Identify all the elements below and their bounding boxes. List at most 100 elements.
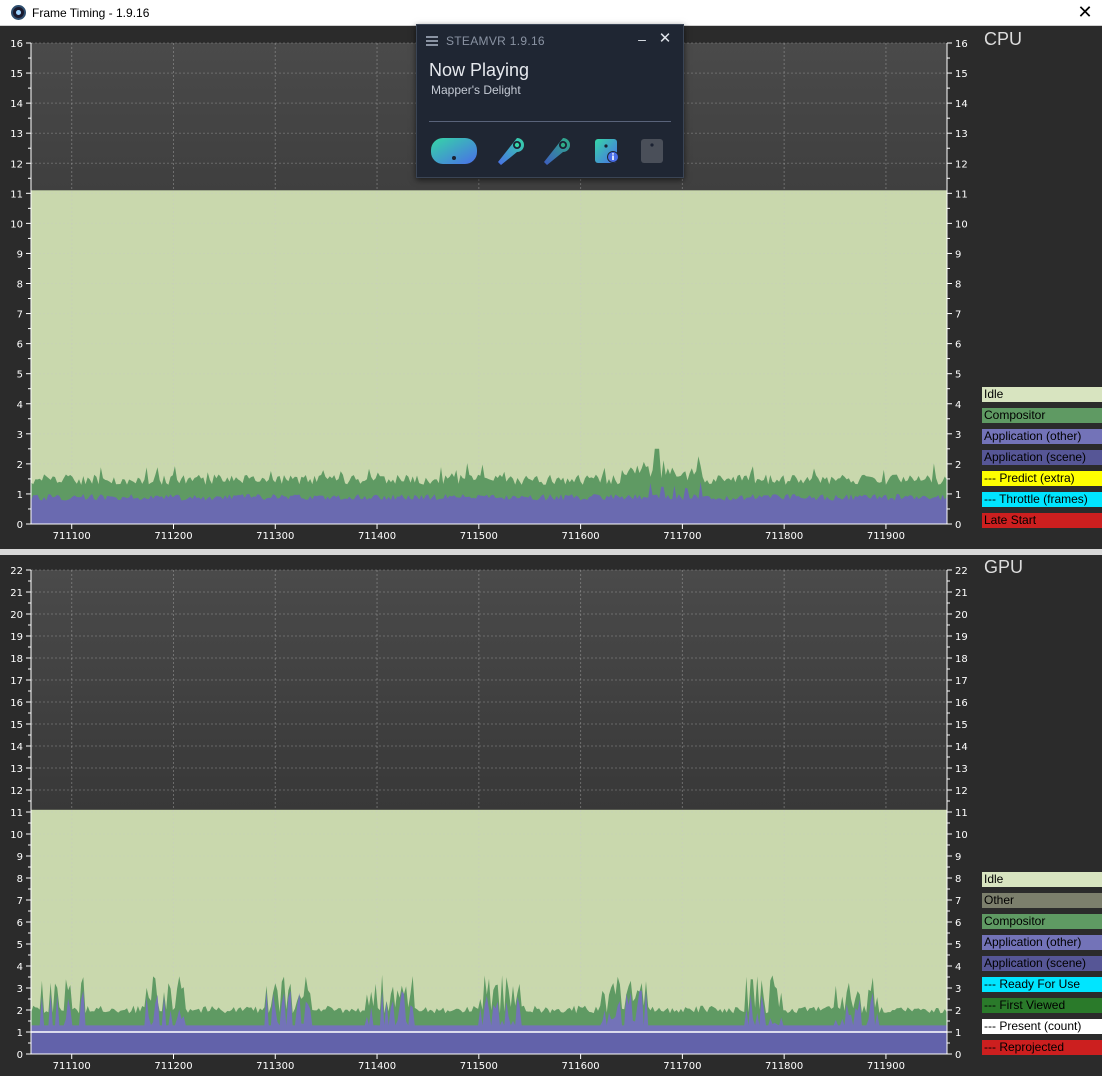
y-tick-label: 11	[10, 808, 23, 819]
y-tick-label: 4	[955, 962, 961, 973]
gpu-heading: GPU	[984, 557, 1024, 577]
game-title: Mapper's Delight	[431, 83, 521, 97]
x-tick-label: 711800	[765, 531, 803, 542]
gpu-panel: 0 0 1 1 2 2 3 3 4 4 5 5 6 6 7 7 8 8 9 9 10 10 11 11 12 12 13 13 14 14…	[0, 555, 1102, 1076]
x-tick-label: 711600	[562, 1061, 600, 1072]
y-tick-label: 10	[10, 830, 23, 841]
y-tick-label: 14	[955, 742, 968, 753]
y-tick-label: 12	[955, 786, 968, 797]
y-tick-label: 5	[17, 940, 23, 951]
y-tick-label: 11	[955, 189, 968, 200]
gpu-chart: 0 01 12 23 34 45 56 67 78 89 910 1011 1112 1213 1314 14…	[0, 555, 978, 1076]
legend-item-compositor[interactable]: Compositor	[982, 914, 1102, 929]
y-tick-label: 13	[10, 764, 23, 775]
y-tick-label: 16	[10, 39, 23, 50]
divider	[429, 121, 671, 122]
y-tick-label: 4	[955, 400, 961, 411]
y-tick-label: 20	[10, 610, 23, 621]
y-tick-label: 10	[10, 219, 23, 230]
y-tick-label: 2	[17, 1006, 23, 1017]
legend-item-present-count[interactable]: --- Present (count)	[982, 1019, 1102, 1034]
y-tick-label: 3	[17, 984, 23, 995]
x-tick-label: 711700	[663, 1061, 701, 1072]
y-tick-label: 13	[955, 764, 968, 775]
y-tick-label: 1	[955, 1028, 961, 1039]
window-close-button[interactable]: ✕	[1074, 0, 1096, 26]
y-tick-label: 6	[17, 918, 23, 929]
x-tick-label: 711500	[460, 531, 498, 542]
y-tick-label: 9	[17, 249, 23, 260]
y-tick-label: 15	[955, 69, 968, 80]
y-tick-label: 8	[955, 874, 961, 885]
controller-left-icon[interactable]	[495, 135, 527, 167]
y-tick-label: 22	[955, 566, 968, 577]
now-playing-label: Now Playing	[429, 60, 530, 80]
legend-item-predict-extra[interactable]: --- Predict (extra)	[982, 471, 1102, 486]
controller-right-icon[interactable]	[541, 135, 573, 167]
y-tick-label: 15	[955, 720, 968, 731]
x-tick-label: 711200	[154, 1061, 192, 1072]
y-tick-label: 0	[955, 520, 961, 531]
y-tick-label: 0	[955, 1050, 961, 1061]
headset-icon[interactable]	[430, 135, 478, 167]
y-tick-label: 18	[10, 654, 23, 665]
legend-item-application-scene[interactable]: Application (scene)	[982, 450, 1102, 465]
y-tick-label: 11	[10, 189, 23, 200]
x-tick-label: 711800	[765, 1061, 803, 1072]
y-tick-label: 4	[17, 962, 23, 973]
y-tick-label: 6	[955, 340, 961, 351]
y-tick-label: 17	[955, 676, 968, 687]
y-tick-label: 7	[955, 310, 961, 321]
y-tick-label: 12	[10, 159, 23, 170]
gpu-legend: Idle Other Compositor Application (other) Ap…	[982, 872, 1102, 1061]
steamvr-close-button[interactable]: ✕	[657, 31, 673, 47]
y-tick-label: 19	[955, 632, 968, 643]
y-tick-label: 14	[10, 742, 23, 753]
legend-item-reprojected[interactable]: --- Reprojected	[982, 1040, 1102, 1055]
x-tick-label: 711900	[867, 1061, 905, 1072]
y-tick-label: 13	[955, 129, 968, 140]
legend-item-application-other[interactable]: Application (other)	[982, 935, 1102, 950]
legend-item-first-viewed[interactable]: --- First Viewed	[982, 998, 1102, 1013]
y-tick-label: 5	[17, 370, 23, 381]
y-tick-label: 6	[955, 918, 961, 929]
y-tick-label: 21	[955, 588, 968, 599]
legend-item-throttle-frames[interactable]: --- Throttle (frames)	[982, 492, 1102, 507]
hamburger-menu-icon[interactable]	[426, 36, 438, 46]
legend-item-application-scene[interactable]: Application (scene)	[982, 956, 1102, 971]
legend-item-application-other[interactable]: Application (other)	[982, 429, 1102, 444]
legend-item-other[interactable]: Other	[982, 893, 1102, 908]
legend-item-ready-for-use[interactable]: --- Ready For Use	[982, 977, 1102, 992]
y-tick-label: 11	[955, 808, 968, 819]
legend-item-late-start[interactable]: Late Start	[982, 513, 1102, 528]
steamvr-minimize-button[interactable]: –	[635, 31, 649, 47]
y-tick-label: 16	[955, 698, 968, 709]
y-tick-label: 5	[955, 370, 961, 381]
y-tick-label: 3	[17, 430, 23, 441]
y-tick-label: 12	[955, 159, 968, 170]
y-tick-label: 1	[17, 1028, 23, 1039]
x-tick-label: 711400	[358, 1061, 396, 1072]
base-station-info-icon[interactable]	[592, 135, 624, 167]
legend-item-compositor[interactable]: Compositor	[982, 408, 1102, 423]
y-tick-label: 2	[955, 1006, 961, 1017]
y-tick-label: 1	[955, 490, 961, 501]
y-tick-label: 7	[17, 896, 23, 907]
legend-item-idle[interactable]: Idle	[982, 872, 1102, 887]
legend-item-idle[interactable]: Idle	[982, 387, 1102, 402]
y-tick-label: 4	[17, 400, 23, 411]
idle-area	[31, 190, 947, 524]
y-tick-label: 15	[10, 69, 23, 80]
y-tick-label: 8	[17, 874, 23, 885]
x-tick-label: 711300	[256, 1061, 294, 1072]
y-tick-label: 21	[10, 588, 23, 599]
y-tick-label: 1	[17, 490, 23, 501]
y-tick-label: 20	[955, 610, 968, 621]
window-titlebar: Frame Timing - 1.9.16 ✕	[0, 0, 1102, 26]
y-tick-label: 13	[10, 129, 23, 140]
x-tick-label: 711500	[460, 1061, 498, 1072]
y-tick-label: 16	[955, 39, 968, 50]
base-station-icon[interactable]	[637, 135, 669, 167]
y-tick-label: 9	[17, 852, 23, 863]
steamvr-status-window[interactable]: STEAMVR 1.9.16 – ✕ Now Playing Mapper's …	[416, 24, 684, 178]
